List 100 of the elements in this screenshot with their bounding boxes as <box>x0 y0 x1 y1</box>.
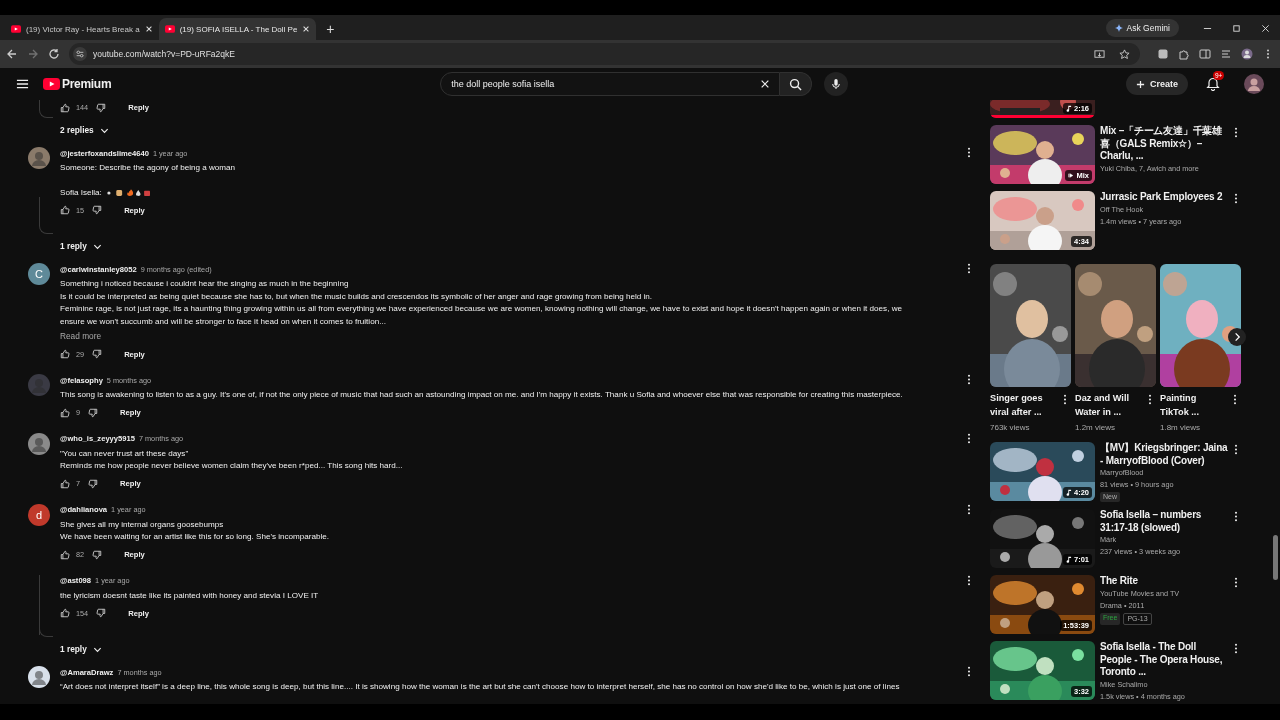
thumbs-up-icon[interactable] <box>60 205 70 215</box>
video-title[interactable]: Mix –「チーム友達」千葉雄喜（GALS Remix☆）– Charlu, ... <box>1100 125 1230 163</box>
thumbs-up-icon[interactable] <box>60 478 70 489</box>
video-title[interactable]: Jurrasic Park Employees 2 <box>1100 191 1223 204</box>
plus-icon <box>1136 79 1145 89</box>
comment-text: the lyricism doesnt taste like its painted with honey and stevia I LOVE IT <box>60 589 319 602</box>
extension-icon[interactable] <box>1157 48 1169 60</box>
thumbs-up-icon[interactable] <box>60 608 70 618</box>
back-icon[interactable] <box>6 48 18 60</box>
more-icon[interactable] <box>967 263 971 274</box>
site-info-icon[interactable] <box>73 47 87 61</box>
ask-gemini-button[interactable]: Ask Gemini <box>1105 19 1179 37</box>
thumbs-down-icon[interactable] <box>92 349 103 359</box>
play-logo-icon[interactable] <box>43 78 60 90</box>
star-icon[interactable] <box>1119 48 1130 60</box>
play-logo-icon <box>164 25 175 33</box>
profile-icon[interactable] <box>1241 48 1253 60</box>
replies-button[interactable]: 1 reply <box>60 241 102 251</box>
close-icon[interactable] <box>302 25 311 33</box>
comment-text: We have been waiting for an artist like this for so long. She's incomparable. <box>60 531 330 543</box>
comment-text: She gives all my internal organs goosebumps <box>60 518 224 531</box>
more-icon[interactable] <box>1234 127 1238 138</box>
url-text: youtube.com/watch?v=PD-uRFa2qkE <box>93 49 236 59</box>
more-icon[interactable] <box>1233 394 1237 405</box>
side-panel-icon[interactable] <box>1199 48 1211 60</box>
more-icon[interactable] <box>1148 394 1152 405</box>
more-icon[interactable] <box>967 147 971 158</box>
thumbs-down-icon[interactable] <box>92 549 103 560</box>
close-icon[interactable] <box>1261 24 1270 33</box>
thumbs-up-icon[interactable] <box>60 549 70 560</box>
address-bar[interactable]: youtube.com/watch?v=PD-uRFa2qkE <box>69 43 1140 65</box>
view-count: 1.8m views <box>1160 422 1201 434</box>
more-icon[interactable] <box>967 574 971 586</box>
logo-text[interactable]: Premium <box>62 77 112 91</box>
thumbs-up-icon[interactable] <box>60 349 70 359</box>
view-count: 763k views <box>990 422 1031 434</box>
voice-search-button[interactable] <box>824 72 849 96</box>
short-title[interactable]: Singer goes viral after ... <box>990 391 1056 419</box>
comment-text: Is it could be interpreted as being quiet because she has to, but when the music builds and crescendos its symbolic of her anger and rage growing from being held in. <box>60 290 653 303</box>
video-title[interactable]: Sofia Isella – numbers 31:17-18 (slowed) <box>1100 509 1230 534</box>
view-count: 1.2m views <box>1075 422 1116 434</box>
comment-text: “Art does not interpret itself” is a deep line, this whole song is deep, but this line.... It is showing how the woman is the art but she can't choose how to interpret herself, she has no control on how she'd like to be, which is just one of lines <box>60 681 900 693</box>
maximize-icon[interactable] <box>1232 24 1241 33</box>
video-title[interactable]: 【MV】Kriegsbringer: Jaina - MarryofBlood (Cover) <box>1100 442 1230 467</box>
video-title[interactable]: Sofia Isella - The Doll People - The Opera House, Toronto ... <box>1100 641 1230 679</box>
close-icon[interactable] <box>144 25 153 33</box>
bell-icon[interactable] <box>1206 77 1220 91</box>
playlist-icon <box>1068 172 1075 179</box>
sparkle-icon <box>1114 24 1123 32</box>
comment-text: ensure we won't succumb and will be stronger to face it head on when it comes to fruition... <box>60 315 386 328</box>
search-button[interactable] <box>780 72 813 96</box>
search-icon <box>789 77 803 91</box>
next-arrow-button[interactable] <box>1228 328 1246 346</box>
read-more-link[interactable]: Read more <box>60 330 102 343</box>
comment-text: Something i noticed because i couldnt hear the singing as much in the beginning <box>60 278 349 290</box>
comment-text: Reminds me how people never believe women claim they've been r*ped... This song hits hard... <box>60 460 403 472</box>
menu-icon[interactable] <box>16 78 29 90</box>
comment-text: This song is awakening to listen to as a guy. It's one of, if not the only piece of music that had such an astounding impact on me. and I'm happy it exists. Thank u Sofia and whoever else that was responsible for creating this masterpiece. <box>60 389 903 401</box>
comment-text: Someone: Describe the agony of being a woman <box>60 162 236 174</box>
thread-line <box>39 197 53 234</box>
more-icon[interactable] <box>1234 643 1238 654</box>
search-field[interactable]: the doll people sofia isella <box>440 72 781 96</box>
short-title[interactable]: Painting TikTok ... <box>1160 391 1226 419</box>
more-icon[interactable] <box>967 503 971 515</box>
new-tab-button[interactable]: + <box>322 21 339 37</box>
more-icon[interactable] <box>967 666 971 677</box>
microphone-icon <box>831 78 842 90</box>
clear-icon[interactable] <box>760 79 771 89</box>
avatar[interactable]: d <box>28 503 50 526</box>
more-icon[interactable] <box>1234 193 1238 204</box>
thumbs-up-icon[interactable] <box>60 407 70 418</box>
comment-text: Feminine rage, is not just rage, its a haunting thing growing within us all from everything we have experienced because we are women, knowing nothing will change, we have to exist and hope it doesn't happen again or when it does, we <box>60 303 902 315</box>
reload-icon[interactable] <box>48 48 60 60</box>
more-icon[interactable] <box>967 432 971 444</box>
thumbs-down-icon[interactable] <box>88 407 99 418</box>
browser-tab[interactable]: (19) SOFIA ISELLA - The Doll Pe <box>158 18 317 40</box>
thumbs-down-icon[interactable] <box>96 102 107 113</box>
install-icon[interactable] <box>1094 48 1105 60</box>
thumbs-up-icon[interactable] <box>60 102 70 113</box>
play-logo-icon <box>11 25 21 33</box>
browser-tab[interactable]: (19) Victor Ray - Hearts Break a <box>5 18 159 40</box>
thumbs-down-icon[interactable] <box>96 608 107 618</box>
comment-text: "You can never trust art these days" <box>60 447 189 460</box>
more-icon[interactable] <box>967 374 971 385</box>
short-title[interactable]: Daz and Will Water in ... <box>1075 391 1141 419</box>
video-title[interactable]: The Rite <box>1100 575 1138 588</box>
create-button[interactable]: Create <box>1126 73 1188 95</box>
comment-text: Sofia Isella: <box>60 186 102 199</box>
thumbs-down-icon[interactable] <box>92 205 103 215</box>
thumbs-down-icon[interactable] <box>88 478 99 489</box>
more-icon[interactable] <box>1234 444 1238 455</box>
replies-button[interactable]: 1 reply <box>60 644 102 654</box>
more-icon[interactable] <box>1063 394 1067 405</box>
avatar[interactable]: C <box>28 263 50 285</box>
more-icon[interactable] <box>1234 511 1238 522</box>
replies-button[interactable]: 2 replies <box>60 125 109 135</box>
avatar[interactable] <box>28 666 50 688</box>
more-icon[interactable] <box>1234 577 1238 588</box>
avatar[interactable] <box>1244 74 1264 94</box>
list-icon[interactable] <box>1220 48 1232 60</box>
